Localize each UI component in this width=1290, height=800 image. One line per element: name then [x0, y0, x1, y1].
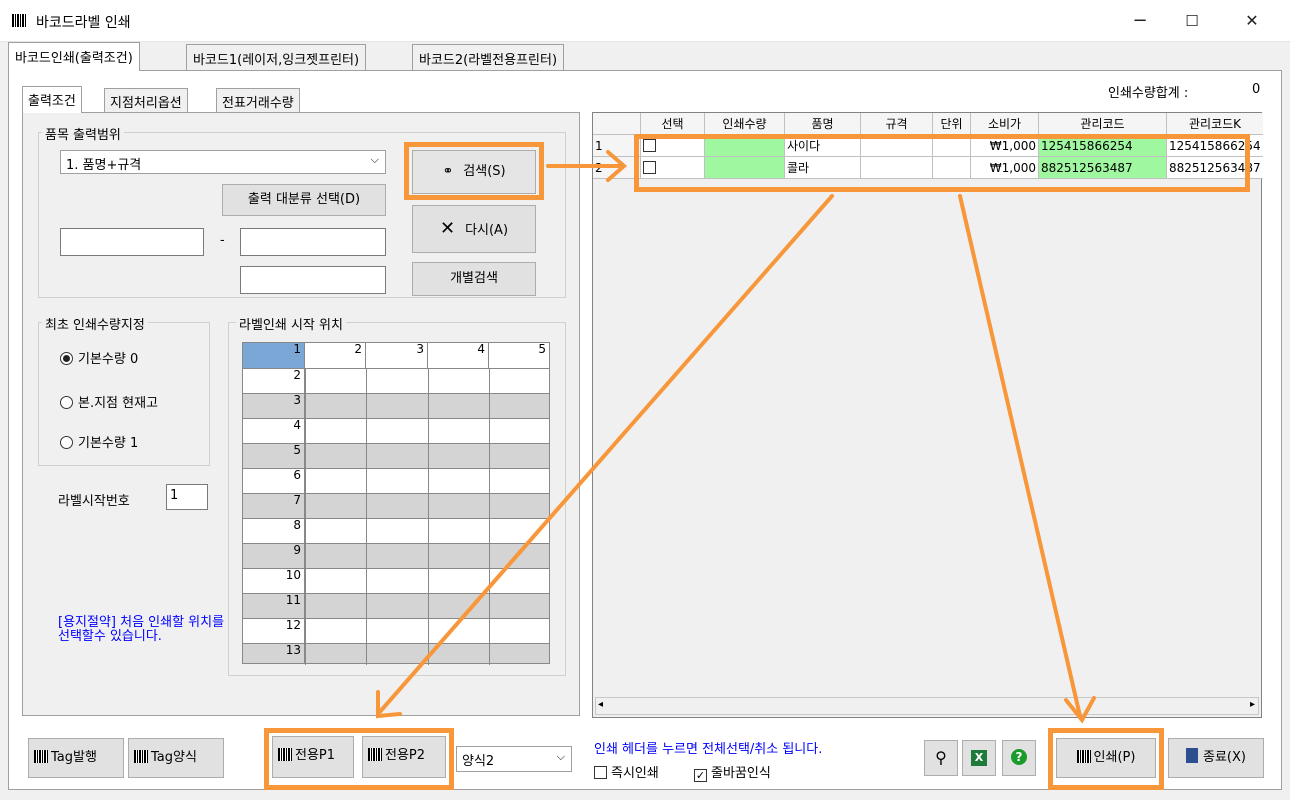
tag-format-button[interactable]: Tag양식 — [128, 738, 224, 778]
checkbox-icon — [594, 766, 607, 779]
exit-button[interactable]: 종료(X) — [1168, 738, 1264, 778]
newline-label: 줄바꿈인식 — [711, 766, 771, 781]
help-icon: ? — [1011, 749, 1027, 765]
settings-wrench-button[interactable]: ⚲ — [924, 740, 958, 776]
tab-print-conditions[interactable]: 바코드인쇄(출력조건) — [8, 42, 140, 71]
tag-issue-label: Tag발행 — [51, 750, 97, 765]
print-button-highlight — [1048, 728, 1164, 790]
barcode-icon — [134, 750, 148, 763]
instant-print-checkbox[interactable]: 즉시인쇄 — [594, 762, 659, 781]
format-combo[interactable]: 양식2 ⌵ — [456, 746, 572, 772]
annotation-arrows — [376, 150, 1096, 724]
tag-issue-button[interactable]: Tag발행 — [28, 738, 124, 778]
exit-button-label: 종료(X) — [1203, 750, 1246, 765]
instant-print-label: 즉시인쇄 — [611, 766, 659, 781]
help-button[interactable]: ? — [1002, 740, 1036, 776]
excel-icon: X — [971, 750, 987, 766]
format-combo-value: 양식2 — [462, 754, 495, 769]
wrench-icon: ⚲ — [935, 748, 947, 767]
newline-checkbox[interactable]: ✓ 줄바꿈인식 — [694, 762, 771, 782]
checkmark-icon: ✓ — [694, 769, 707, 782]
p-buttons-highlight — [264, 728, 454, 790]
tag-format-label: Tag양식 — [151, 750, 197, 765]
chevron-down-icon: ⌵ — [556, 750, 565, 763]
subtab-output[interactable]: 출력조건 — [22, 86, 82, 113]
door-icon — [1186, 748, 1198, 763]
barcode-icon — [34, 750, 48, 763]
header-info-text: 인쇄 헤더를 누르면 전체선택/취소 됩니다. — [594, 742, 823, 757]
excel-button[interactable]: X — [962, 740, 996, 776]
